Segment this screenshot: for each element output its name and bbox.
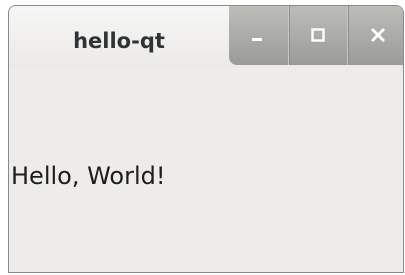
- close-icon: [370, 28, 385, 42]
- maximize-icon: [311, 28, 325, 42]
- minimize-icon: [252, 38, 263, 41]
- hello-label: Hello, World!: [11, 162, 166, 190]
- window-controls: [229, 6, 403, 65]
- window-title: hello-qt: [73, 29, 165, 53]
- app-window: hello-qt Hello, World!: [8, 5, 404, 273]
- title-bar[interactable]: hello-qt: [9, 6, 403, 68]
- window-content: Hello, World!: [9, 68, 403, 272]
- close-button[interactable]: [347, 6, 403, 65]
- minimize-button[interactable]: [229, 6, 288, 65]
- maximize-button[interactable]: [287, 6, 348, 65]
